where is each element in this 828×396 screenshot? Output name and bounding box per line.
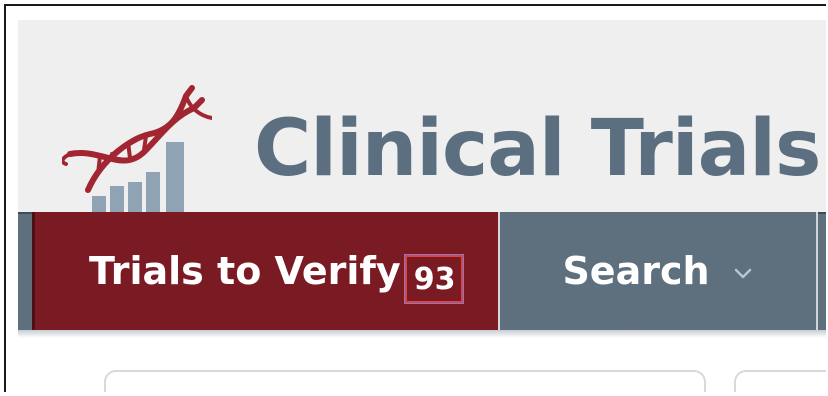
app-window: Clinical Trials I Trials to Verify 93 Se… [4,4,826,392]
chevron-down-icon [734,268,751,279]
tab-search-label: Search [562,249,710,293]
dna-chart-logo-icon [62,85,212,213]
nav-bottom-shadow [18,330,826,338]
app-title: Clinical Trials I [254,104,826,194]
tab-trials-to-verify-label: Trials to Verify [89,249,401,293]
content-input-field[interactable] [104,370,706,392]
trials-to-verify-count-badge: 93 [403,254,465,304]
tab-trials-to-verify[interactable]: Trials to Verify 93 [32,212,500,330]
content-input-field-secondary[interactable] [734,370,826,392]
main-nav-bar: Trials to Verify 93 Search [18,212,826,330]
tab-search[interactable]: Search [500,212,818,330]
